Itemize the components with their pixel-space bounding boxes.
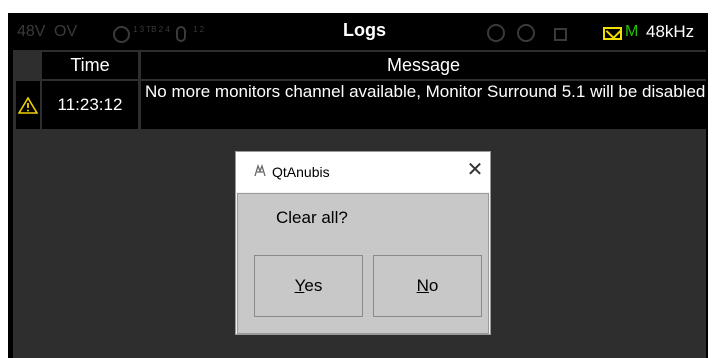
file-icon [554,28,567,41]
close-icon[interactable]: ✕ [463,158,487,182]
status-bar: 48V OV 1 3 TB 2 4 1 2 Logs M 48kHz [13,16,706,50]
app-logo-icon [254,164,266,177]
dialog-message: Clear all? [276,208,348,227]
microphone-icon [176,26,186,42]
page-title: Logs [343,20,386,40]
sync-icon [487,24,505,42]
sample-rate: 48kHz [646,22,695,41]
mode-indicator: M [625,23,639,40]
dialog-title: QtAnubis [272,164,330,180]
clock-icon [517,24,535,42]
phantom-power-indicator: 48V [17,23,46,40]
no-button-label-rest: o [428,276,439,295]
mic-mini-label: 1 2 [193,25,205,34]
warning-icon [18,96,38,114]
overload-indicator: OV [54,23,78,40]
envelope-icon [603,27,622,40]
yes-button-label-rest: es [304,276,323,295]
yes-button-mnemonic: Y [294,276,305,295]
column-header-time: Time [42,52,138,79]
dialog-titlebar: QtAnubis ✕ [236,152,490,192]
routing-mini-label: 1 3 TB 2 4 [133,25,170,34]
no-button[interactable]: No [373,255,482,317]
confirm-dialog: QtAnubis ✕ Clear all? Yes No [235,151,491,335]
routing-icon [113,26,130,43]
no-button-mnemonic: N [416,276,429,295]
table-row-time: 11:23:12 [42,81,138,129]
dialog-body: Clear all? Yes No [237,193,489,334]
column-header-message: Message [141,52,706,79]
table-row-message: No more monitors channel available, Moni… [141,81,706,129]
yes-button[interactable]: Yes [254,255,363,317]
table-row-icon-cell [16,81,40,129]
